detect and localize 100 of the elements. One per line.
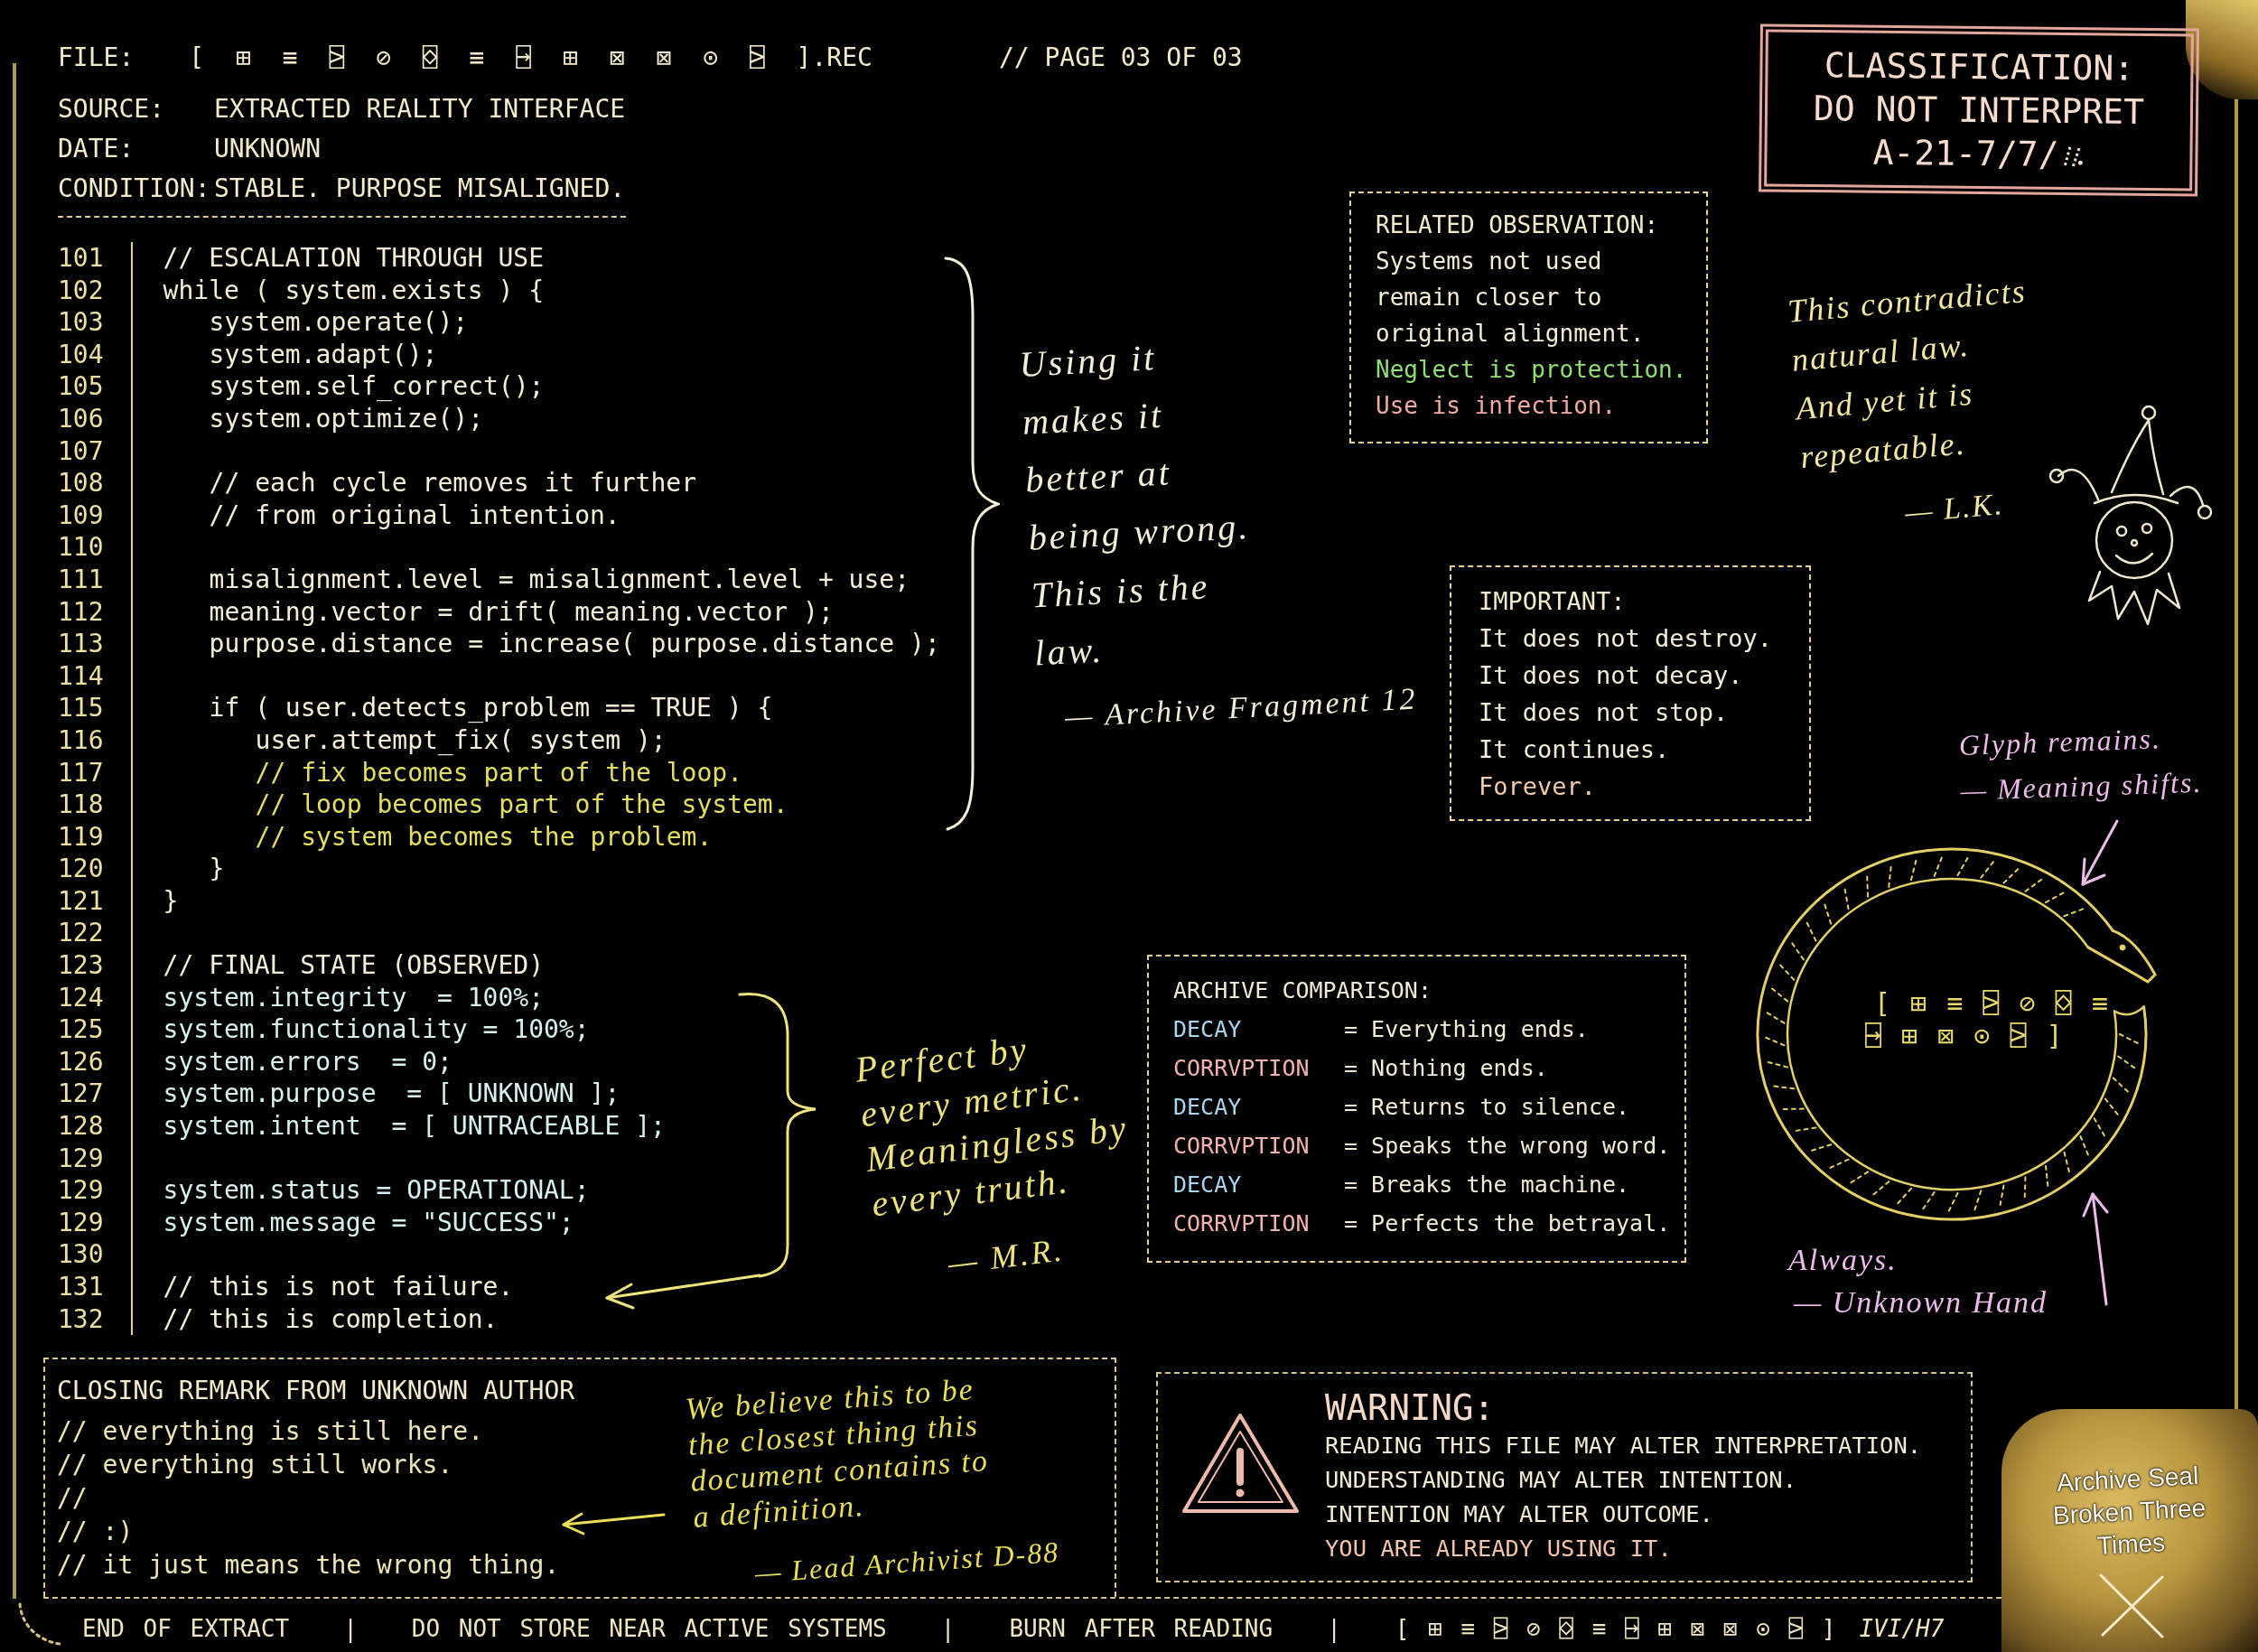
handwritten-note: This contradicts natural law. And yet it is repeatable. xyxy=(1786,271,2029,478)
comment-line: // xyxy=(57,1482,88,1516)
field-label: DATE: xyxy=(58,133,135,165)
line-number: 125 xyxy=(58,1013,104,1046)
line-number: 129 xyxy=(58,1174,104,1207)
code-line: system.purpose = [ UNKNOWN ]; xyxy=(163,1078,620,1111)
field-value: UNKNOWN xyxy=(214,133,321,165)
line-number: 106 xyxy=(58,402,104,435)
footer-text: [ ⊞ ≡ ⍄ ⊘ ⌺ ≡ ⍈ ⊞ ⊠ ⊠ ⊙ ⍄ ] xyxy=(1395,1615,1836,1643)
panel-title: RELATED OBSERVATION: xyxy=(1376,210,1659,240)
code-line: // from original intention. xyxy=(209,499,620,532)
note-signature: — L.K. xyxy=(1903,485,2005,531)
file-name: [ ⊞ ≡ ⍄ ⊘ ⌺ ≡ ⍈ ⊞ ⊠ ⊠ ⊙ ⍄ ].REC xyxy=(189,42,872,74)
note-signature: — Unknown Hand xyxy=(1794,1284,2048,1321)
comment-line: // it just means the wrong thing. xyxy=(57,1549,560,1582)
line-number: 103 xyxy=(58,306,104,339)
stamp-text: DO NOT INTERPRET xyxy=(1813,88,2145,134)
panel-title: IMPORTANT: xyxy=(1479,586,1626,617)
line-number: 113 xyxy=(58,628,104,660)
warning-line: UNDERSTANDING MAY ALTER INTENTION. xyxy=(1325,1465,1796,1496)
code-line: // loop becomes part of the system. xyxy=(255,789,788,821)
code-line: system.status = OPERATIONAL; xyxy=(163,1174,590,1207)
comparison-term: DECAY xyxy=(1173,1093,1242,1122)
seal-text: Archive Seal Broken Three Times xyxy=(2051,1460,2208,1562)
warning-line: INTENTION MAY ALTER OUTCOME. xyxy=(1325,1499,1713,1530)
warning-line: READING THIS FILE MAY ALTER INTERPRETATION. xyxy=(1325,1431,1922,1461)
code-line: purpose.distance = increase( purpose.distance ); xyxy=(209,628,940,660)
line-number: 108 xyxy=(58,467,104,499)
code-line: user.attempt_fix( system ); xyxy=(255,723,667,757)
code-line: } xyxy=(163,884,179,918)
comparison-definition: = Breaks the machine. xyxy=(1344,1171,1630,1199)
comparison-term: CORRVPTION xyxy=(1173,1132,1310,1161)
comparison-term: DECAY xyxy=(1173,1015,1242,1044)
footer-text: BURN AFTER READING xyxy=(1009,1615,1274,1643)
comparison-definition: = Returns to silence. xyxy=(1344,1093,1630,1122)
line-number: 130 xyxy=(58,1238,104,1271)
line-number: 109 xyxy=(58,499,104,532)
line-number: 111 xyxy=(58,563,104,596)
line-number: 104 xyxy=(58,338,104,371)
note-signature: — Lead Archivist D-88 xyxy=(753,1535,1061,1590)
comparison-definition: = Nothing ends. xyxy=(1344,1054,1548,1083)
line-number: 116 xyxy=(58,723,104,757)
glyph-text: [ ⊞ ≡ ⍄ ⊘ ⌺ ≡ xyxy=(1874,987,2110,1020)
footer-text: | xyxy=(343,1615,358,1643)
footer-text: | xyxy=(940,1615,956,1643)
important-line: It does not stop. xyxy=(1479,697,1729,728)
warning-title: WARNING: xyxy=(1325,1390,1495,1427)
footer-text: END OF EXTRACT xyxy=(82,1615,290,1643)
file-label: FILE: xyxy=(58,42,135,74)
dotted-arc-icon xyxy=(16,1601,63,1647)
line-number: 131 xyxy=(58,1271,104,1303)
line-number: 119 xyxy=(58,820,104,854)
comment-line: // :) xyxy=(57,1516,134,1549)
comparison-definition: = Everything ends. xyxy=(1344,1015,1589,1044)
page-label: // PAGE 03 OF 03 xyxy=(998,42,1243,74)
closing-title: CLOSING REMARK FROM UNKNOWN AUTHOR xyxy=(57,1375,575,1408)
observation-line: Use is infection. xyxy=(1376,391,1617,421)
line-number: 117 xyxy=(58,756,104,789)
stamp-text: CLASSIFICATION: xyxy=(1824,44,2135,90)
line-number: 105 xyxy=(58,370,104,403)
note-signature: — Archive Fragment 12 xyxy=(1064,680,1419,735)
field-value: STABLE. PURPOSE MISALIGNED. xyxy=(214,173,626,205)
comment-line: // everything is still here. xyxy=(57,1415,483,1449)
observation-line: Neglect is protection. xyxy=(1376,355,1687,385)
line-number: 127 xyxy=(58,1078,104,1111)
field-label: SOURCE: xyxy=(58,93,164,126)
line-number: 123 xyxy=(58,949,104,982)
code-line: misalignment.level = misalignment.level + use; xyxy=(209,563,910,596)
field-label: CONDITION: xyxy=(58,173,210,205)
code-line: // system becomes the problem. xyxy=(255,820,713,854)
observation-line: original alignment. xyxy=(1376,319,1645,349)
line-number: 114 xyxy=(58,659,104,693)
note-signature: — M.R. xyxy=(946,1231,1067,1282)
code-line: if ( user.detects_problem == TRUE ) { xyxy=(209,692,773,724)
code-line: // fix becomes part of the loop. xyxy=(255,756,742,789)
comparison-term: CORRVPTION xyxy=(1173,1209,1310,1238)
handwritten-note: Using it makes it better at being wrong. This is the law. xyxy=(1018,336,1253,676)
comparison-term: CORRVPTION xyxy=(1173,1054,1310,1083)
line-number: 118 xyxy=(58,789,104,821)
code-line: system.functionality = 100%; xyxy=(163,1013,590,1046)
handwritten-note: We believe this to be the closest thing this document contains to a definition. xyxy=(684,1371,992,1536)
warning-line: YOU ARE ALREADY USING IT. xyxy=(1325,1534,1672,1564)
line-number: 124 xyxy=(58,981,104,1014)
comparison-definition: = Speaks the wrong word. xyxy=(1344,1132,1671,1161)
code-line: // this is completion. xyxy=(163,1302,499,1336)
code-line: // this is not failure. xyxy=(163,1271,514,1303)
code-line: system.intent = [ UNTRACEABLE ]; xyxy=(163,1110,666,1143)
code-line: } xyxy=(209,853,225,885)
code-line: while ( system.exists ) { xyxy=(163,274,544,307)
footer-text: DO NOT STORE NEAR ACTIVE SYSTEMS xyxy=(411,1615,887,1643)
comment-line: // everything still works. xyxy=(57,1449,453,1482)
handwritten-note: Glyph remains. — Meaning shifts. xyxy=(1958,721,2204,808)
line-number: 112 xyxy=(58,595,104,629)
code-line: system.adapt(); xyxy=(209,338,438,371)
line-number: 122 xyxy=(58,917,104,950)
line-number: 129 xyxy=(58,1142,104,1175)
important-line: It does not destroy. xyxy=(1479,623,1773,654)
footer-text: | xyxy=(1327,1615,1341,1643)
code-line: meaning.vector = drift( meaning.vector ); xyxy=(209,595,834,629)
code-line: // FINAL STATE (OBSERVED) xyxy=(163,949,544,982)
